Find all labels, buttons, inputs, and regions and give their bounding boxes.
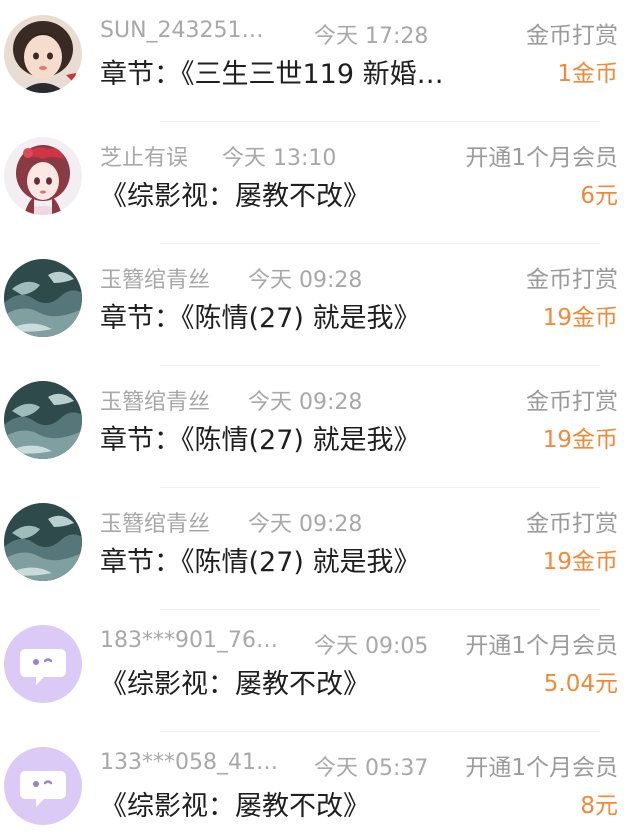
book-title[interactable]: 章节：《陈情(27) 就是我》: [100, 540, 510, 579]
username[interactable]: SUN_243251…: [100, 18, 290, 43]
action-type: 金币打赏: [526, 267, 618, 293]
book-title[interactable]: 《综影视：屡教不改》: [100, 174, 510, 213]
timestamp: 今天 09:28: [248, 512, 363, 537]
list-item[interactable]: SUN_243251… 今天 17:28 金币打赏 章节：《三生三世119 新婚…: [0, 0, 640, 122]
list-item[interactable]: 玉簪绾青丝 今天 09:28 金币打赏 章节：《陈情(27) 就是我》 19金币: [0, 488, 640, 610]
amount: 19金币: [542, 549, 618, 575]
ocean-wave-avatar[interactable]: [4, 381, 82, 459]
action-type: 开通1个月会员: [465, 633, 618, 659]
list-item[interactable]: 183***901_76… 今天 09:05 开通1个月会员 《综影视：屡教不改…: [0, 610, 640, 732]
book-title[interactable]: 《综影视：屡教不改》: [100, 784, 510, 823]
list-item[interactable]: 133***058_41… 今天 05:37 开通1个月会员 《综影视：屡教不改…: [0, 732, 640, 840]
list-item[interactable]: 芝止有误 今天 13:10 开通1个月会员 《综影视：屡教不改》 6元: [0, 122, 640, 244]
action-type: 金币打赏: [526, 389, 618, 415]
default-chat-bubble-avatar[interactable]: [4, 625, 82, 703]
book-title[interactable]: 章节：《陈情(27) 就是我》: [100, 296, 510, 335]
timestamp: 今天 05:37: [314, 756, 429, 781]
action-type: 金币打赏: [526, 23, 618, 49]
username[interactable]: 133***058_41…: [100, 750, 290, 775]
book-title[interactable]: 章节：《陈情(27) 就是我》: [100, 418, 510, 457]
list-item[interactable]: 玉簪绾青丝 今天 09:28 金币打赏 章节：《陈情(27) 就是我》 19金币: [0, 366, 640, 488]
default-chat-bubble-avatar[interactable]: [4, 747, 82, 825]
amount: 19金币: [542, 305, 618, 331]
girl-portrait-avatar[interactable]: [4, 15, 82, 93]
amount: 1金币: [557, 61, 618, 87]
username[interactable]: 183***901_76…: [100, 628, 290, 653]
timestamp: 今天 09:05: [314, 634, 429, 659]
action-type: 开通1个月会员: [465, 145, 618, 171]
amount: 6元: [580, 183, 618, 209]
ocean-wave-avatar[interactable]: [4, 503, 82, 581]
action-type: 开通1个月会员: [465, 755, 618, 781]
timestamp: 今天 09:28: [248, 390, 363, 415]
list-item[interactable]: 玉簪绾青丝 今天 09:28 金币打赏 章节：《陈情(27) 就是我》 19金币: [0, 244, 640, 366]
anime-girl-avatar[interactable]: [4, 137, 82, 215]
amount: 19金币: [542, 427, 618, 453]
ocean-wave-avatar[interactable]: [4, 259, 82, 337]
action-type: 金币打赏: [526, 511, 618, 537]
reward-record-list: SUN_243251… 今天 17:28 金币打赏 章节：《三生三世119 新婚…: [0, 0, 640, 840]
timestamp: 今天 09:28: [248, 268, 363, 293]
book-title[interactable]: 章节：《三生三世119 新婚…: [100, 52, 510, 91]
timestamp: 今天 13:10: [222, 146, 337, 171]
amount: 5.04元: [543, 671, 618, 697]
book-title[interactable]: 《综影视：屡教不改》: [100, 662, 510, 701]
timestamp: 今天 17:28: [314, 24, 429, 49]
amount: 8元: [580, 793, 618, 819]
